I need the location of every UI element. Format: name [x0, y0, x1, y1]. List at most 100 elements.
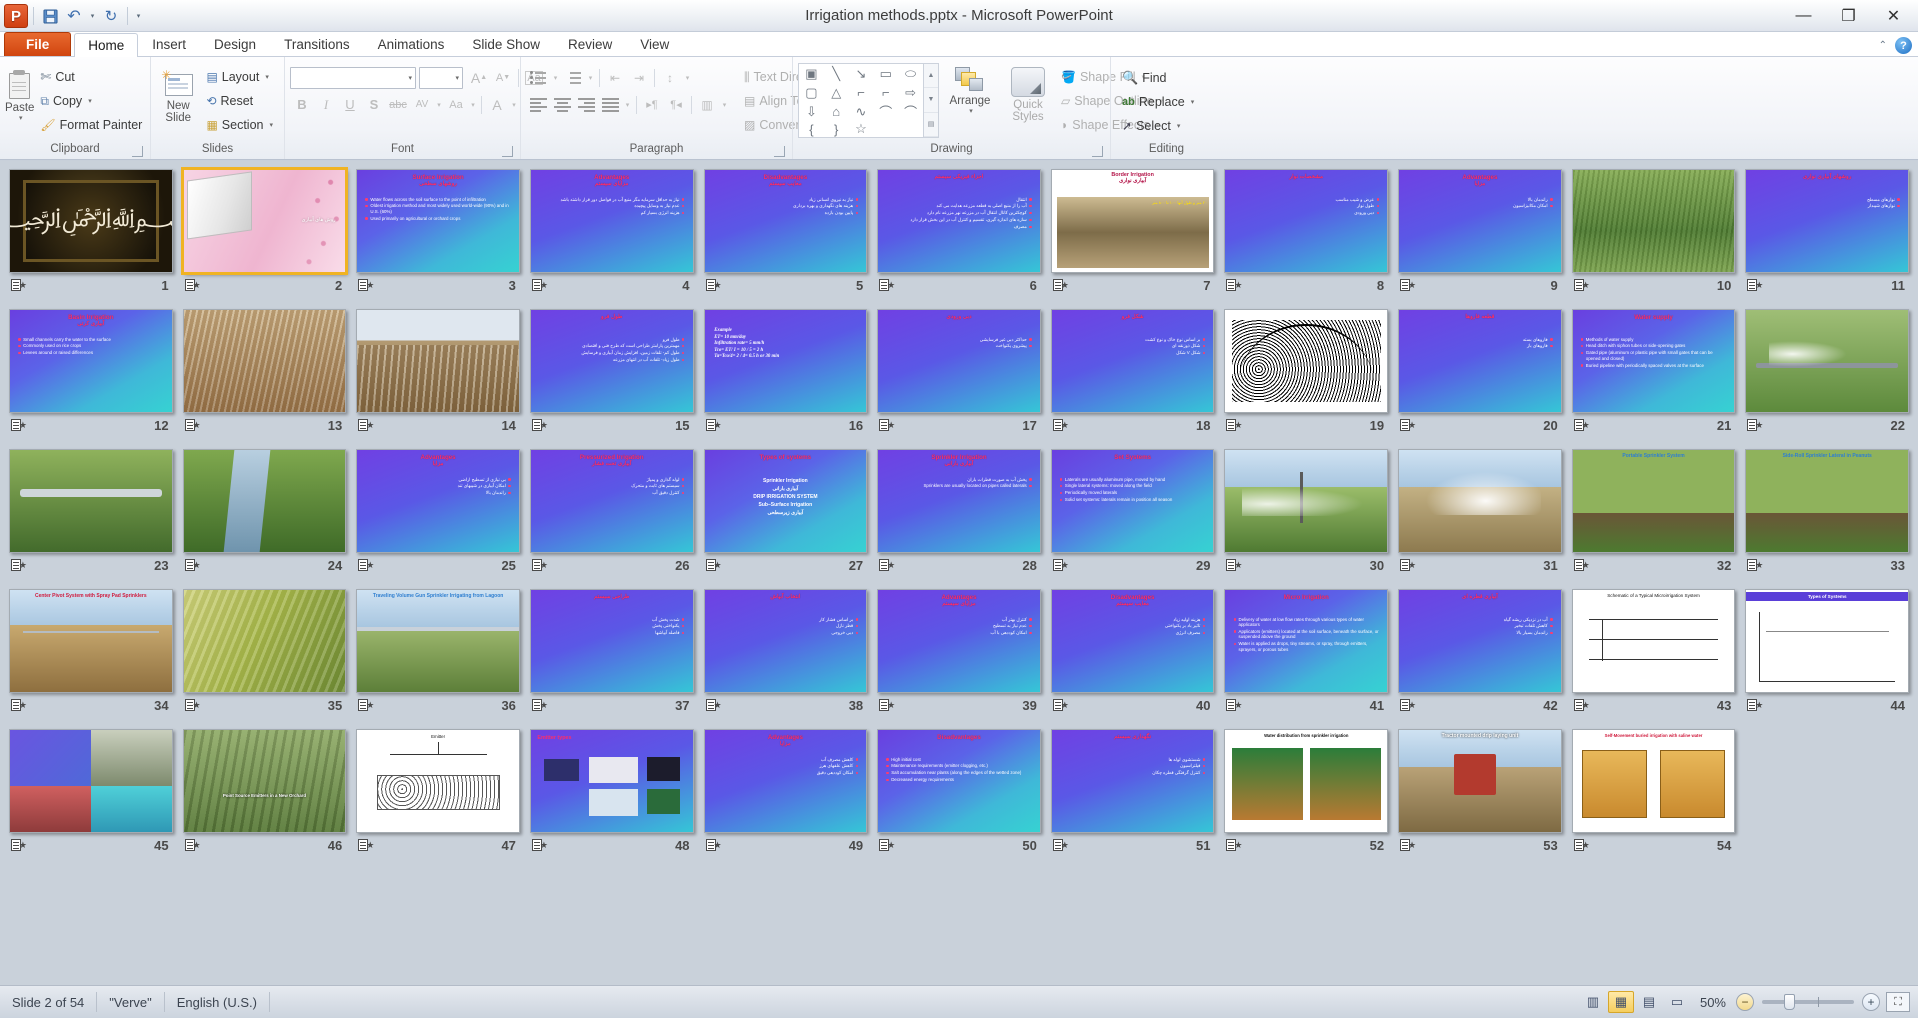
- transition-star-icon[interactable]: ★: [1400, 839, 1416, 852]
- slide-thumbnail[interactable]: [1745, 309, 1909, 413]
- transition-star-icon[interactable]: ★: [358, 559, 374, 572]
- section-dropdown-caret[interactable]: ▾: [269, 121, 273, 129]
- gallery-scroll-up-icon[interactable]: ▲: [924, 64, 938, 89]
- slide-thumbnail-wrap[interactable]: [1398, 449, 1562, 553]
- slide-thumbnail[interactable]: Disadvantages معایب سیستم نیاز به نیروی ان…: [703, 169, 868, 273]
- slide-thumbnail-cell[interactable]: Tractor mounted drip laying unit ★ 53: [1393, 727, 1567, 867]
- tab-design[interactable]: Design: [200, 32, 270, 56]
- bullets-button[interactable]: [526, 66, 550, 89]
- restore-button[interactable]: ❐: [1826, 2, 1871, 30]
- transition-star-icon[interactable]: ★: [358, 839, 374, 852]
- slide-thumbnail-wrap[interactable]: Advantages مزایا کاهش مصرف آب کاهش علفهای ه…: [703, 729, 868, 833]
- fit-slide-to-window-button[interactable]: ⛶: [1886, 992, 1910, 1012]
- layout-dropdown-caret[interactable]: ▾: [265, 73, 269, 81]
- slide-thumbnail-cell[interactable]: ★1: [4, 167, 178, 307]
- replace-button[interactable]: ab Replace ▾: [1116, 90, 1200, 114]
- slide-thumbnail[interactable]: [1398, 449, 1562, 553]
- select-caret[interactable]: ▾: [1177, 122, 1181, 130]
- slide-thumbnail[interactable]: Surface Irrigation روشهای سطحی Water flows…: [356, 169, 520, 273]
- collapse-ribbon-icon[interactable]: ⌃: [1879, 40, 1887, 51]
- slide-thumbnail-wrap[interactable]: [1224, 449, 1389, 553]
- slide-thumbnail-wrap[interactable]: Water supply Methods of water supply Head …: [1571, 309, 1736, 413]
- arrange-button[interactable]: Arrange ▾: [939, 65, 1001, 115]
- slide-thumbnail-wrap[interactable]: Portable Sprinkler System: [1571, 449, 1736, 553]
- transition-star-icon[interactable]: ★: [184, 699, 201, 712]
- transition-star-icon[interactable]: ★: [1400, 559, 1416, 572]
- slide-thumbnail-cell[interactable]: Border Irrigation آبیاری نواری ٢٠ متر و طو…: [1046, 167, 1220, 307]
- slide-thumbnail-wrap[interactable]: Disadvantages High initial cost Maintenanc…: [877, 729, 1041, 833]
- paste-button[interactable]: Paste ▾: [5, 68, 34, 122]
- slide-thumbnail[interactable]: Set Systems Laterals are usually aluminum…: [1050, 449, 1215, 553]
- right-to-left-button[interactable]: ¶◂: [664, 93, 688, 116]
- transition-star-icon[interactable]: ★: [1400, 279, 1416, 292]
- slide-thumbnail-cell[interactable]: ★ 19: [1219, 307, 1393, 447]
- transition-star-icon[interactable]: ★: [1226, 559, 1242, 572]
- transition-star-icon[interactable]: ★: [1573, 839, 1590, 852]
- zoom-in-button[interactable]: +: [1862, 993, 1880, 1011]
- slide-thumbnail-cell[interactable]: ★ 35: [178, 587, 352, 727]
- gallery-more-icon[interactable]: ▤: [924, 113, 938, 137]
- slide-thumbnail-wrap[interactable]: Sprinkler Irrigation آبیاری بارانی پخش آب …: [877, 449, 1041, 553]
- change-case-button[interactable]: Aa: [444, 93, 468, 116]
- slide-thumbnail[interactable]: شکل فرو بر اساس نوع خاک و نوع کشت شکل ذوزن…: [1050, 309, 1215, 413]
- tab-animations[interactable]: Animations: [364, 32, 459, 56]
- font-dialog-launcher[interactable]: [502, 146, 513, 157]
- slide-thumbnail-wrap[interactable]: Self-Movement buried irrigation with sal…: [1571, 729, 1736, 833]
- replace-caret[interactable]: ▾: [1191, 98, 1195, 106]
- slide-thumbnail-cell[interactable]: طراحی سیستم شدت پخش آب یکنواختی پخش فاصله آ…: [525, 587, 699, 727]
- transition-star-icon[interactable]: ★: [879, 279, 895, 292]
- slide-thumbnail-cell[interactable]: Advantages مزایای سیستم نیاز به حداقل سرما…: [525, 167, 699, 307]
- shape-textbox-icon[interactable]: ▣: [799, 64, 824, 83]
- line-spacing-button[interactable]: ↕: [658, 66, 682, 89]
- normal-view-button[interactable]: ▥: [1580, 991, 1606, 1013]
- paste-dropdown-caret[interactable]: ▾: [19, 114, 23, 122]
- slide-thumbnail-cell[interactable]: Side-Roll Sprinkler Lateral in Peanuts ★ 3…: [1740, 447, 1914, 587]
- transition-star-icon[interactable]: ★: [1226, 699, 1242, 712]
- slide-thumbnail[interactable]: Example ET= 10 mm/day Infiltration rate= 5…: [703, 309, 868, 413]
- zoom-out-button[interactable]: −: [1736, 993, 1754, 1011]
- shape-oval-icon[interactable]: ⬭: [898, 64, 923, 83]
- slide-thumbnail-cell[interactable]: Advantages مزایا بی نیازی از تسطیح اراضی ام…: [351, 447, 525, 587]
- slide-thumbnail-cell[interactable]: اجزاء فیزیکی سیستم انتقال آب را از منبع اص…: [872, 167, 1046, 307]
- slide-thumbnail-cell[interactable]: Portable Sprinkler System ★ 32: [1567, 447, 1741, 587]
- language-indicator[interactable]: English (U.S.): [165, 992, 270, 1012]
- transition-star-icon[interactable]: ★: [358, 699, 374, 712]
- shape-star-icon[interactable]: ☆: [849, 121, 874, 137]
- slide-thumbnail-cell[interactable]: قطعه فاروها فاروهای بسته فاروهای باز ★ 20: [1393, 307, 1567, 447]
- slide-thumbnail[interactable]: طراحی سیستم شدت پخش آب یکنواختی پخش فاصله آ…: [529, 589, 694, 693]
- slide-thumbnail-wrap[interactable]: دبی ورودی حداکثر دبی غیر فرسایشی پیشروی یک…: [877, 309, 1041, 413]
- slide-thumbnail[interactable]: Disadvantages High initial cost Maintenanc…: [877, 729, 1041, 833]
- slide-thumbnail[interactable]: مشخصات نوار عرض و شیب مناسب طول نوار دبی ور…: [1224, 169, 1389, 273]
- slide-thumbnail[interactable]: Emitter: [356, 729, 520, 833]
- bold-button[interactable]: B: [290, 93, 314, 116]
- slide-thumbnail[interactable]: [1224, 309, 1389, 413]
- center-button[interactable]: [550, 93, 574, 116]
- font-color-caret[interactable]: ▾: [509, 93, 519, 116]
- columns-caret[interactable]: ▾: [719, 93, 730, 116]
- line-spacing-caret[interactable]: ▾: [682, 66, 693, 89]
- cut-button[interactable]: ✄ Cut: [34, 65, 148, 89]
- transition-star-icon[interactable]: ★: [1052, 839, 1069, 852]
- slide-thumbnail[interactable]: [1224, 449, 1389, 553]
- shrink-font-button[interactable]: A ▼: [491, 66, 515, 89]
- slide-thumbnail-wrap[interactable]: روش های آبیاری: [180, 167, 349, 275]
- strikethrough-button[interactable]: abc: [386, 93, 410, 116]
- quick-styles-button[interactable]: Quick Styles: [1001, 65, 1055, 123]
- shapes-gallery[interactable]: ▣ ╲ ↘ ▭ ⬭ ▢ △ ⌐ ⌐ ⇨ ⇩ ⌂ ∿ ⌒ ⌒ { } ☆: [798, 63, 924, 138]
- slide-thumbnail-cell[interactable]: Types of systems Sprinkler Irrigation آبیا…: [699, 447, 873, 587]
- slide-thumbnail-wrap[interactable]: Emitter: [356, 729, 520, 833]
- slide-thumbnail[interactable]: Schematic of a Typical Microirrigation S…: [1571, 589, 1736, 693]
- transition-star-icon[interactable]: ★: [531, 699, 548, 712]
- slide-thumbnail-wrap[interactable]: روشهای آبیاری نواری نوارهای مسطح نوارهای ش…: [1745, 169, 1909, 273]
- font-size-input[interactable]: ▾: [419, 66, 463, 89]
- transition-star-icon[interactable]: ★: [705, 279, 722, 292]
- slide-thumbnail[interactable]: قطعه فاروها فاروهای بسته فاروهای باز: [1398, 309, 1562, 413]
- slide-thumbnail-wrap[interactable]: Schematic of a Typical Microirrigation S…: [1571, 589, 1736, 693]
- align-left-button[interactable]: [526, 93, 550, 116]
- slide-thumbnail[interactable]: اجزاء فیزیکی سیستم انتقال آب را از منبع اص…: [877, 169, 1041, 273]
- slide-thumbnail-wrap[interactable]: [9, 169, 173, 273]
- slide-thumbnail-wrap[interactable]: [9, 449, 173, 553]
- slide-thumbnail-wrap[interactable]: شکل فرو بر اساس نوع خاک و نوع کشت شکل ذوزن…: [1050, 309, 1215, 413]
- tab-review[interactable]: Review: [554, 32, 626, 56]
- slide-thumbnail-wrap[interactable]: انتخاب آبپاش بر اساس فشار کار قطر نازل دبی …: [703, 589, 868, 693]
